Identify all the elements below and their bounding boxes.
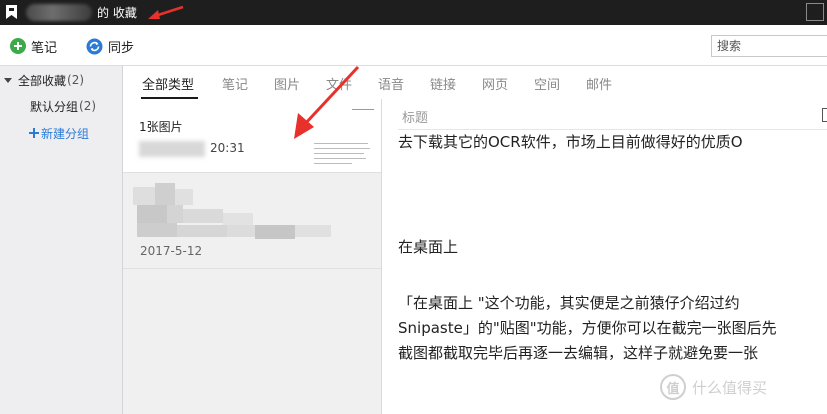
tab-links[interactable]: 链接: [430, 74, 456, 93]
new-group-label: 新建分组: [41, 126, 90, 141]
tab-notes[interactable]: 笔记: [222, 74, 248, 93]
note-date: 2017-5-12: [140, 244, 203, 258]
note-title: 1张图片: [139, 120, 183, 134]
tab-mail[interactable]: 邮件: [586, 74, 612, 93]
sidebar-item-all-favorites[interactable]: 全部收藏 (2): [0, 69, 84, 91]
tab-all-types[interactable]: 全部类型: [142, 74, 194, 93]
watermark-logo: 值: [660, 374, 686, 400]
document-icon[interactable]: [822, 108, 827, 122]
toolbar: 笔记 同步: [0, 25, 827, 66]
sidebar-item-label: 默认分组: [30, 99, 79, 114]
plus-icon: [29, 128, 39, 138]
window-close-button[interactable]: [806, 3, 824, 21]
sidebar-item-count: (2): [67, 73, 85, 87]
new-note-button[interactable]: 笔记: [10, 36, 57, 56]
tab-voice[interactable]: 语音: [378, 74, 404, 93]
expand-triangle-icon: [4, 77, 12, 83]
window-title: 的 收藏: [97, 6, 137, 20]
new-note-label: 笔记: [31, 40, 58, 56]
sync-icon: [86, 38, 103, 54]
tab-space[interactable]: 空间: [534, 74, 560, 93]
blurred-username: [26, 4, 92, 21]
sidebar-item-label: 全部收藏: [18, 73, 67, 88]
note-body-line: 「在桌面上 "这个功能，其实便是之前猿仔介绍过约: [398, 294, 740, 312]
sync-button[interactable]: 同步: [86, 36, 134, 56]
search-input[interactable]: [711, 35, 827, 57]
sidebar: 全部收藏 (2) 默认分组 (2) 新建分组: [0, 66, 123, 414]
note-card-text[interactable]: 2017-5-12: [123, 173, 381, 269]
note-body-line: 去下载其它的OCR软件，市场上目前做得好的优质O: [398, 133, 743, 151]
new-group-button[interactable]: 新建分组: [29, 122, 89, 144]
image-thumbnail: [308, 105, 376, 167]
watermark: 值 什么值得买: [660, 374, 767, 400]
sidebar-item-default-group[interactable]: 默认分组 (2): [30, 95, 96, 117]
type-tabs: 全部类型 笔记 图片 文件 语音 链接 网页 空间 邮件: [123, 66, 827, 99]
note-list: 1张图片 20:31 2017-5-12: [123, 99, 382, 414]
note-body-line: 在桌面上: [398, 238, 459, 256]
note-title-field[interactable]: 标题: [402, 107, 428, 126]
note-editor: 标题 去下载其它的OCR软件，市场上目前做得好的优质O 在桌面上 「在桌面上 "…: [382, 99, 827, 414]
bookmark-icon: [6, 5, 17, 19]
watermark-text: 什么值得买: [692, 378, 768, 397]
tab-webpages[interactable]: 网页: [482, 74, 508, 93]
sidebar-item-count: (2): [79, 99, 97, 113]
title-divider: [398, 129, 827, 130]
sync-label: 同步: [108, 40, 135, 56]
note-body-line: 截图都截取完毕后再逐一去编辑，这样子就避免要一张: [398, 344, 759, 362]
tab-files[interactable]: 文件: [326, 74, 352, 93]
note-body-line: Snipaste」的"贴图"功能，方便你可以在截完一张图后先: [398, 319, 777, 337]
tab-images[interactable]: 图片: [274, 74, 300, 93]
title-bar: 的 收藏: [0, 0, 827, 25]
note-card-image[interactable]: 1张图片 20:31: [123, 99, 381, 173]
note-time: 20:31: [210, 141, 245, 155]
plus-circle-icon: [10, 38, 26, 54]
blurred-date: [139, 141, 205, 157]
